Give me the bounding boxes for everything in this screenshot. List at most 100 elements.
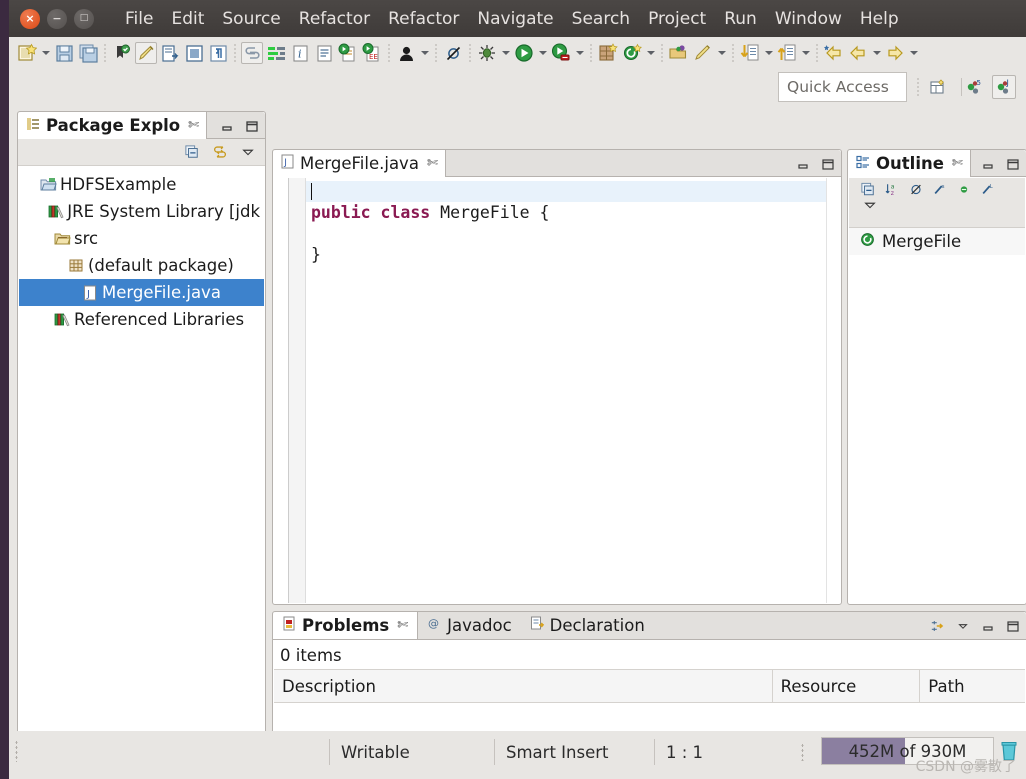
quick-access-input[interactable]: Quick Access	[778, 72, 907, 102]
back-marked-icon[interactable]	[823, 42, 845, 64]
user-profile-icon[interactable]	[395, 42, 417, 64]
status-drag-handle[interactable]	[15, 740, 18, 762]
open-perspective-button[interactable]	[926, 75, 950, 99]
view-menu-icon[interactable]	[863, 198, 877, 212]
menu-item-help[interactable]: Help	[851, 7, 908, 31]
chevron-down-icon[interactable]	[418, 42, 431, 64]
hide-public-icon[interactable]	[957, 182, 971, 196]
run-icon[interactable]	[513, 42, 535, 64]
menu-item-project[interactable]: Project	[639, 7, 715, 31]
hide-static-icon[interactable]: s	[933, 182, 947, 196]
chevron-down-icon[interactable]	[715, 42, 728, 64]
toggle-block-selection-icon[interactable]	[183, 42, 205, 64]
tab-mergefile-java[interactable]: J MergeFile.java ✄	[273, 150, 446, 177]
menu-item-window[interactable]: Window	[766, 7, 851, 31]
close-icon[interactable]: ✄	[952, 157, 963, 170]
skip-breakpoints-icon[interactable]	[442, 42, 464, 64]
new-wizard-icon[interactable]	[16, 42, 38, 64]
view-menu-icon[interactable]	[956, 619, 970, 633]
code-line[interactable]: }	[306, 244, 826, 265]
new-annotation-icon[interactable]	[692, 42, 714, 64]
chevron-down-icon[interactable]	[573, 42, 586, 64]
menu-item-refactor-2[interactable]: Refactor	[379, 7, 468, 31]
coverage-run-icon[interactable]	[550, 42, 572, 64]
menu-item-source[interactable]: Source	[213, 7, 289, 31]
menu-item-search[interactable]: Search	[563, 7, 639, 31]
chevron-down-icon[interactable]	[644, 42, 657, 64]
code-line[interactable]	[306, 181, 826, 202]
close-icon[interactable]: ✄	[427, 157, 438, 170]
next-annotation-icon[interactable]	[776, 42, 798, 64]
tree-item-src[interactable]: src	[19, 225, 264, 252]
outline-item-mergefile[interactable]: MergeFile	[849, 228, 1025, 255]
menu-item-run[interactable]: Run	[715, 7, 766, 31]
maximize-view-icon[interactable]	[1006, 157, 1020, 171]
tree-item-default-package[interactable]: (default package)	[19, 252, 264, 279]
tree-item-jre-system-library-jdk[interactable]: JRE System Library [jdk	[19, 198, 264, 225]
java-info-icon[interactable]: i	[289, 42, 311, 64]
hide-local-icon[interactable]: L	[981, 182, 995, 196]
minimize-view-icon[interactable]	[981, 619, 995, 633]
previous-annotation-icon[interactable]	[739, 42, 761, 64]
show-whitespace-icon[interactable]	[207, 42, 229, 64]
open-type-icon[interactable]	[668, 42, 690, 64]
tree-item-hdfsexample[interactable]: HDFSExample	[19, 171, 264, 198]
save-icon[interactable]	[53, 42, 75, 64]
package-explorer-tree[interactable]: HDFSExample JRE System Library [jdk src (de…	[19, 167, 264, 756]
link-with-editor-icon[interactable]	[213, 145, 227, 159]
maximize-view-icon[interactable]	[245, 119, 259, 133]
hide-fields-icon[interactable]	[909, 182, 923, 196]
chevron-down-icon[interactable]	[907, 42, 920, 64]
focus-on-selection-icon[interactable]	[931, 619, 945, 633]
chevron-down-icon[interactable]	[39, 42, 52, 64]
save-all-icon[interactable]	[77, 42, 99, 64]
editor-code[interactable]: public class MergeFile {}	[306, 178, 826, 603]
toggle-mark-occurrences-icon[interactable]	[111, 42, 133, 64]
maximize-view-icon[interactable]	[1006, 619, 1020, 633]
collapse-all-icon[interactable]	[861, 182, 875, 196]
menu-item-edit[interactable]: Edit	[162, 7, 213, 31]
open-task-icon[interactable]	[159, 42, 181, 64]
link-with-editor-icon[interactable]	[241, 42, 263, 64]
run-script-icon[interactable]	[337, 42, 359, 64]
editor-overview-ruler[interactable]	[826, 178, 840, 603]
minimize-editor-icon[interactable]	[796, 157, 810, 171]
menu-item-refactor[interactable]: Refactor	[290, 7, 379, 31]
resource-perspective-button[interactable]: 5	[962, 75, 986, 99]
outline-tree[interactable]: MergeFile	[849, 228, 1025, 603]
chevron-down-icon[interactable]	[536, 42, 549, 64]
coverage-icon[interactable]	[265, 42, 287, 64]
collapse-all-icon[interactable]	[185, 145, 199, 159]
debug-script-icon[interactable]: EE	[361, 42, 383, 64]
chevron-down-icon[interactable]	[870, 42, 883, 64]
chevron-down-icon[interactable]	[762, 42, 775, 64]
back-icon[interactable]	[847, 42, 869, 64]
minimize-view-icon[interactable]	[220, 119, 234, 133]
view-menu-icon[interactable]	[241, 145, 255, 159]
java-perspective-button[interactable]: J	[992, 75, 1016, 99]
sort-icon[interactable]: az	[885, 182, 899, 196]
window-minimize-button[interactable]: −	[47, 8, 67, 29]
editor-folding-margin[interactable]	[289, 178, 306, 603]
editor-text-area[interactable]: public class MergeFile {}	[274, 178, 840, 603]
document-icon[interactable]	[313, 42, 335, 64]
tree-item-mergefile-java[interactable]: J MergeFile.java	[19, 279, 264, 306]
chevron-down-icon[interactable]	[499, 42, 512, 64]
column-header-path[interactable]: Path	[920, 670, 1025, 702]
window-maximize-button[interactable]: □	[74, 8, 94, 29]
maximize-editor-icon[interactable]	[821, 157, 835, 171]
new-class-icon[interactable]	[621, 42, 643, 64]
menu-item-navigate[interactable]: Navigate	[468, 7, 562, 31]
tab-package-explorer[interactable]: Package Explo ✄	[18, 112, 208, 139]
forward-icon[interactable]	[884, 42, 906, 64]
menu-item-file[interactable]: File	[116, 7, 162, 31]
tab-declaration[interactable]: Declaration	[521, 612, 654, 639]
window-close-button[interactable]: ×	[20, 8, 40, 29]
minimize-view-icon[interactable]	[981, 157, 995, 171]
tab-problems[interactable]: Problems ✄	[273, 612, 419, 639]
chevron-down-icon[interactable]	[799, 42, 812, 64]
close-icon[interactable]: ✄	[188, 119, 199, 132]
new-java-project-icon[interactable]	[597, 42, 619, 64]
close-icon[interactable]: ✄	[397, 619, 408, 632]
debug-icon[interactable]	[476, 42, 498, 64]
